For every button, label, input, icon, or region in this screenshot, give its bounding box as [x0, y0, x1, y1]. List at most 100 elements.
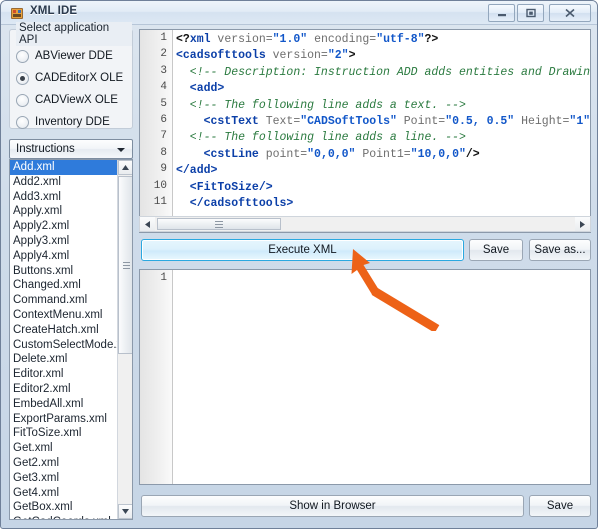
- output-line-number-gutter: 1: [140, 270, 173, 484]
- code-token: "1": [569, 115, 591, 129]
- code-token: <cadsofttools: [176, 49, 266, 63]
- list-item[interactable]: Get.xml: [10, 441, 118, 456]
- list-item[interactable]: Apply2.xml: [10, 219, 118, 234]
- chevron-down-icon: [117, 148, 125, 152]
- scroll-down-arrow-icon[interactable]: [118, 504, 132, 519]
- code-token: "0.5, 0.5": [445, 115, 515, 129]
- line-number: 8: [160, 146, 167, 159]
- radio-cadviewx-ole[interactable]: CADViewX OLE: [16, 92, 118, 108]
- code-line: <add>: [176, 81, 590, 97]
- maximize-icon[interactable]: [517, 4, 544, 22]
- code-token: version=: [265, 49, 328, 63]
- code-token: "1.0": [272, 33, 308, 46]
- file-list-items: Add.xml Add2.xml Add3.xml Apply.xml Apply2.x…: [10, 160, 123, 519]
- line-number: 10: [153, 179, 167, 192]
- scroll-right-arrow-icon[interactable]: [575, 217, 590, 231]
- output-result-panel[interactable]: 1: [139, 269, 591, 485]
- list-item[interactable]: Editor2.xml: [10, 382, 118, 397]
- list-item[interactable]: Apply4.xml: [10, 249, 118, 264]
- list-item[interactable]: FitToSize.xml: [10, 426, 118, 441]
- list-item[interactable]: ExportParams.xml: [10, 412, 118, 427]
- app-icon: [9, 5, 25, 21]
- minimize-icon[interactable]: [488, 4, 515, 22]
- window-title: XML IDE: [30, 5, 78, 17]
- code-token: >: [348, 49, 356, 63]
- list-item[interactable]: Apply3.xml: [10, 234, 118, 249]
- list-item[interactable]: Get3.xml: [10, 471, 118, 486]
- code-token: xml: [189, 33, 211, 46]
- code-token: encoding=: [307, 33, 377, 46]
- list-item[interactable]: Changed.xml: [10, 278, 118, 293]
- editor-horizontal-scrollbar[interactable]: [139, 216, 591, 232]
- combobox-selected-value: Instructions: [16, 143, 75, 155]
- code-line: <cstLine point="0,0,0" Point1="10,0,0"/>: [176, 147, 590, 163]
- list-item[interactable]: GetBox.xml: [10, 500, 118, 515]
- line-number: 5: [160, 97, 167, 110]
- scroll-up-arrow-icon[interactable]: [118, 160, 132, 175]
- scrollbar-thumb[interactable]: [118, 176, 132, 354]
- line-number: 11: [153, 195, 167, 208]
- code-line: <?xml version="1.0" encoding="utf-8"?>: [176, 32, 590, 48]
- radio-label: CADViewX OLE: [35, 94, 118, 106]
- code-line: <!-- The following line adds a line. -->: [176, 130, 590, 146]
- code-token: "10,0,0": [410, 147, 466, 161]
- list-item[interactable]: Add3.xml: [10, 190, 118, 205]
- list-item[interactable]: Editor.xml: [10, 367, 118, 382]
- code-token: ?>: [424, 33, 439, 46]
- code-line: <FitToSize/>: [176, 180, 590, 196]
- hscrollbar-thumb[interactable]: [157, 218, 281, 230]
- select-application-api-group: Select application API ABViewer DDE CADE…: [9, 22, 133, 130]
- code-token: <!-- The following line adds a text. -->: [176, 98, 466, 112]
- radio-indicator: [16, 49, 29, 63]
- radio-indicator: [16, 71, 29, 85]
- line-number: 6: [160, 113, 167, 126]
- code-line: <cstText Text="CADSoftTools" Point="0.5,…: [176, 114, 591, 130]
- line-number: 3: [160, 64, 167, 77]
- editor-code-content[interactable]: <?xml version="1.0" encoding="utf-8"?> <c…: [176, 32, 591, 212]
- close-icon[interactable]: [549, 4, 591, 22]
- save-as-button[interactable]: Save as...: [529, 239, 591, 261]
- code-token: version=: [210, 33, 273, 46]
- list-item[interactable]: CreateHatch.xml: [10, 323, 118, 338]
- list-item[interactable]: Get4.xml: [10, 486, 118, 501]
- list-item[interactable]: CustomSelectMode.xr: [10, 338, 118, 353]
- list-item[interactable]: EmbedAll.xml: [10, 397, 118, 412]
- list-item[interactable]: Command.xml: [10, 293, 118, 308]
- list-item[interactable]: Buttons.xml: [10, 264, 118, 279]
- save-xml-button[interactable]: Save: [469, 239, 523, 261]
- code-line: </add>: [176, 163, 590, 179]
- show-in-browser-button[interactable]: Show in Browser: [141, 495, 524, 517]
- code-token: />: [590, 115, 591, 128]
- save-output-button[interactable]: Save: [529, 495, 591, 517]
- scroll-left-arrow-icon[interactable]: [140, 217, 155, 231]
- code-line: <!-- The following line adds a text. -->: [176, 98, 590, 114]
- xml-ide-window: XML IDE Select application API ABViewer …: [0, 0, 598, 529]
- group-title: Select application API: [16, 22, 132, 46]
- radio-abviewer-dde[interactable]: ABViewer DDE: [16, 48, 113, 64]
- execute-xml-button[interactable]: Execute XML: [141, 239, 464, 261]
- radio-indicator: [16, 115, 29, 129]
- radio-inventory-dde[interactable]: Inventory DDE: [16, 114, 110, 130]
- line-number: 4: [160, 81, 167, 94]
- category-combobox[interactable]: Instructions: [9, 139, 133, 159]
- code-token: point=: [258, 147, 308, 161]
- code-token: "CADSoftTools": [300, 115, 397, 129]
- scrollbar-grip: [215, 221, 223, 228]
- list-item[interactable]: Delete.xml: [10, 352, 118, 367]
- list-item[interactable]: Add2.xml: [10, 175, 118, 190]
- list-item[interactable]: Get2.xml: [10, 456, 118, 471]
- code-token: />: [465, 147, 480, 161]
- file-list-scrollbar[interactable]: [117, 160, 132, 519]
- radio-cadeditorx-ole[interactable]: CADEditorX OLE: [16, 70, 123, 86]
- code-token: <?: [176, 33, 190, 46]
- list-item[interactable]: Apply.xml: [10, 204, 118, 219]
- list-item[interactable]: Add.xml: [10, 160, 123, 175]
- list-item[interactable]: ContextMenu.xml: [10, 308, 118, 323]
- xml-file-listbox[interactable]: Add.xml Add2.xml Add3.xml Apply.xml Apply2.x…: [9, 159, 133, 520]
- code-token: <!-- The following line adds a line. -->: [176, 131, 466, 145]
- editor-line-number-gutter: 1 2 3 4 5 6 7 8 9 10 11: [140, 30, 173, 232]
- list-item[interactable]: GetCadCoords.xml: [10, 515, 118, 519]
- code-token: Point=: [396, 115, 446, 129]
- scrollbar-grip: [123, 262, 130, 269]
- xml-code-editor[interactable]: 1 2 3 4 5 6 7 8 9 10 11 <?xml version="1.0" encodi…: [139, 29, 591, 233]
